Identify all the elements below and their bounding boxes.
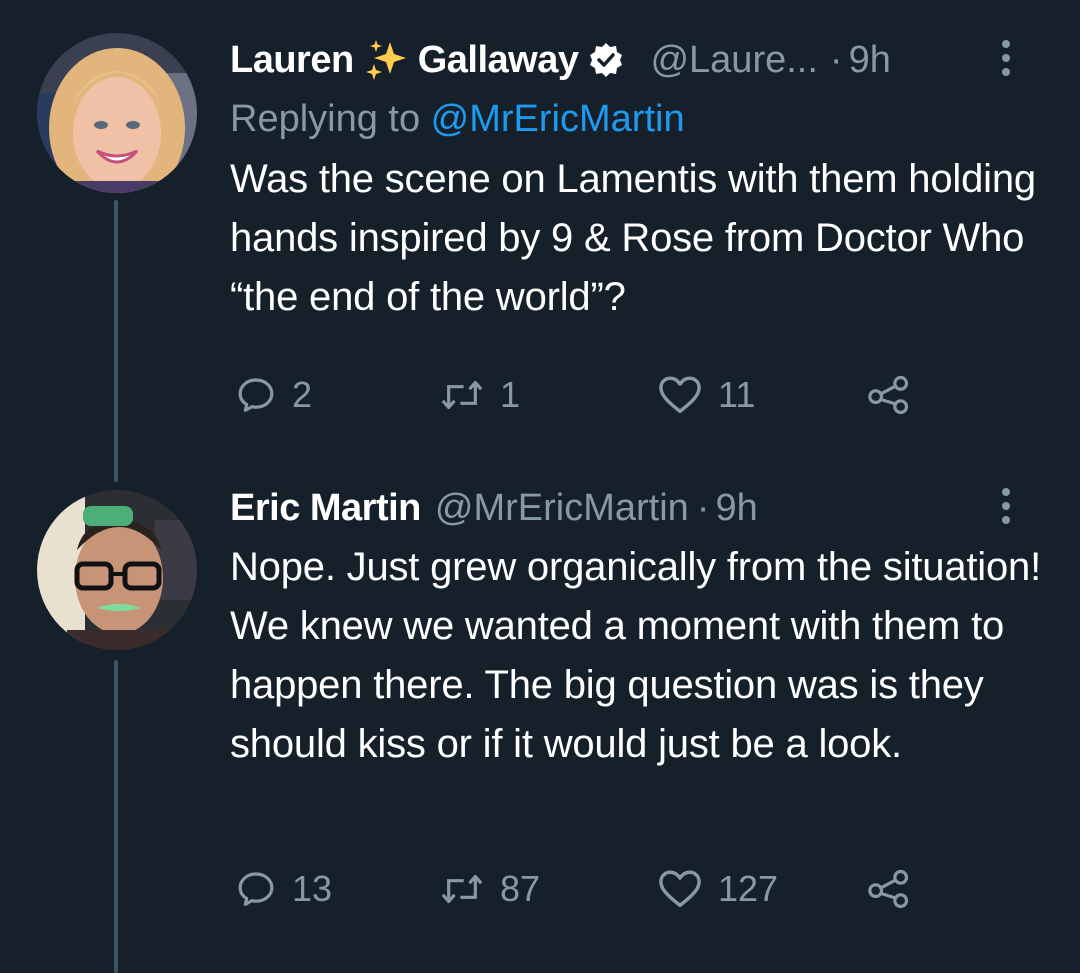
tweet-timestamp[interactable]: 9h: [849, 39, 891, 82]
tweet-text: Nope. Just grew organically from the sit…: [230, 545, 1041, 766]
tweet-timestamp[interactable]: 9h: [715, 487, 757, 530]
like-button[interactable]: 11: [658, 374, 755, 416]
heart-icon: [659, 376, 701, 414]
reply-icon: [238, 378, 274, 412]
reply-button[interactable]: 2: [236, 374, 312, 416]
tweet-header: Lauren Gallaway @Laure... · 9h: [230, 30, 1050, 90]
sparkles-emoji-icon: [364, 38, 408, 82]
replying-to-line: Replying to @MrEricMartin: [230, 90, 1050, 148]
more-vertical-icon[interactable]: [1002, 40, 1010, 76]
replying-to-mention[interactable]: @MrEricMartin: [431, 98, 685, 140]
retweet-button[interactable]: 87: [440, 868, 540, 910]
retweet-button[interactable]: 1: [440, 374, 520, 416]
tweet-text: Was the scene on Lamentis with them hold…: [230, 157, 1036, 319]
retweet-count: 87: [500, 868, 541, 909]
avatar-lauren[interactable]: [37, 33, 197, 193]
retweet-count: 1: [500, 374, 521, 415]
tweet-actions: 2 1 11: [230, 370, 1030, 420]
like-count: 11: [718, 374, 756, 415]
verified-badge-icon: [588, 42, 624, 78]
display-name-last[interactable]: Gallaway: [418, 39, 579, 82]
thread-line-bottom: [114, 660, 118, 973]
separator-dot: ·: [829, 38, 843, 81]
display-name-first[interactable]: Lauren: [230, 39, 354, 82]
reply-button[interactable]: 13: [236, 868, 332, 910]
user-handle[interactable]: @MrEricMartin: [435, 487, 689, 530]
separator-dot: ·: [696, 486, 710, 529]
retweet-icon: [441, 380, 483, 410]
display-name[interactable]: Eric Martin: [230, 487, 421, 530]
more-vertical-icon[interactable]: [1002, 488, 1010, 524]
like-button[interactable]: 127: [658, 868, 778, 910]
share-button[interactable]: [866, 375, 912, 415]
share-button[interactable]: [866, 869, 912, 909]
avatar-eric[interactable]: [37, 490, 197, 650]
replying-to-label: Replying to: [230, 98, 431, 140]
user-handle[interactable]: @Laure...: [650, 39, 817, 82]
share-icon: [868, 869, 909, 909]
reply-count: 2: [292, 374, 313, 415]
thread-line-top: [114, 200, 118, 482]
reply-count: 13: [292, 868, 333, 909]
tweet-header: Eric Martin @MrEricMartin · 9h: [230, 478, 1050, 538]
tweet-actions: 13 87 127: [230, 864, 1030, 914]
retweet-icon: [441, 874, 483, 904]
share-icon: [868, 375, 909, 415]
reply-icon: [238, 872, 274, 906]
heart-icon: [659, 870, 701, 908]
like-count: 127: [718, 868, 779, 909]
